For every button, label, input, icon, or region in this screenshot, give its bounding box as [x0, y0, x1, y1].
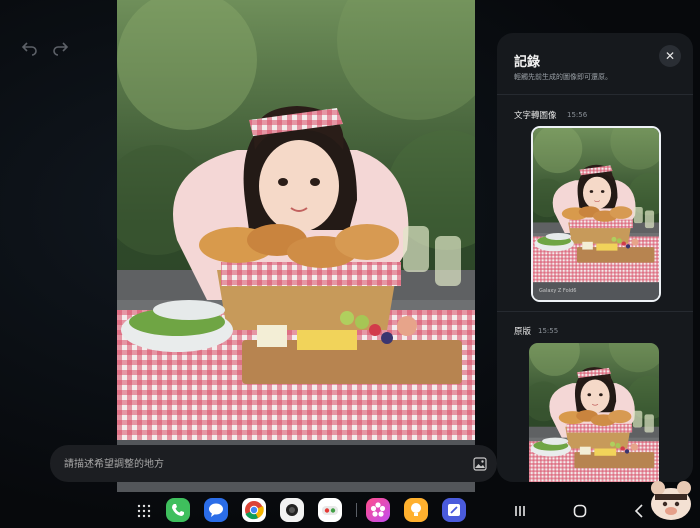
- mascot-logo: [648, 478, 694, 522]
- undo-icon[interactable]: [20, 40, 38, 56]
- panel-subtitle: 輕觸先前生成的圖像即可還原。: [514, 73, 612, 81]
- watermark: Galaxy Z Fold6: [539, 288, 577, 294]
- history-thumbnail-generated[interactable]: Galaxy Z Fold6: [531, 126, 661, 302]
- notes-icon[interactable]: [442, 498, 466, 522]
- taskbar-separator: [356, 503, 357, 517]
- history-thumbnail-original[interactable]: [529, 343, 659, 482]
- section-label-original: 原版: [514, 327, 532, 337]
- home-icon[interactable]: [572, 503, 588, 519]
- back-icon[interactable]: [632, 503, 648, 519]
- section-time: 15:55: [538, 327, 559, 335]
- edited-photo[interactable]: [117, 0, 475, 492]
- messages-icon[interactable]: [204, 498, 228, 522]
- prompt-input[interactable]: [62, 445, 466, 484]
- section-label-text-to-image: 文字轉圖像: [514, 111, 557, 121]
- camera-icon[interactable]: [280, 498, 304, 522]
- phone-icon[interactable]: [166, 498, 190, 522]
- history-panel: 記錄 輕觸先前生成的圖像即可還原。 ✕ 文字轉圖像 15:56 Galaxy Z…: [497, 33, 693, 482]
- section-time: 15:56: [567, 111, 588, 119]
- close-icon[interactable]: ✕: [659, 45, 681, 67]
- gallery-icon[interactable]: [366, 498, 390, 522]
- chrome-icon[interactable]: [242, 498, 266, 522]
- image-icon[interactable]: [473, 456, 487, 471]
- game-launcher-icon[interactable]: [318, 498, 342, 522]
- divider: [497, 311, 693, 312]
- prompt-bar[interactable]: [50, 445, 497, 484]
- recents-icon[interactable]: [512, 503, 528, 519]
- divider: [497, 94, 693, 95]
- apps-grid-icon[interactable]: [137, 503, 151, 518]
- panel-title: 記錄: [514, 55, 541, 70]
- taskbar: [0, 492, 700, 528]
- redo-icon[interactable]: [52, 40, 70, 56]
- tips-icon[interactable]: [404, 498, 428, 522]
